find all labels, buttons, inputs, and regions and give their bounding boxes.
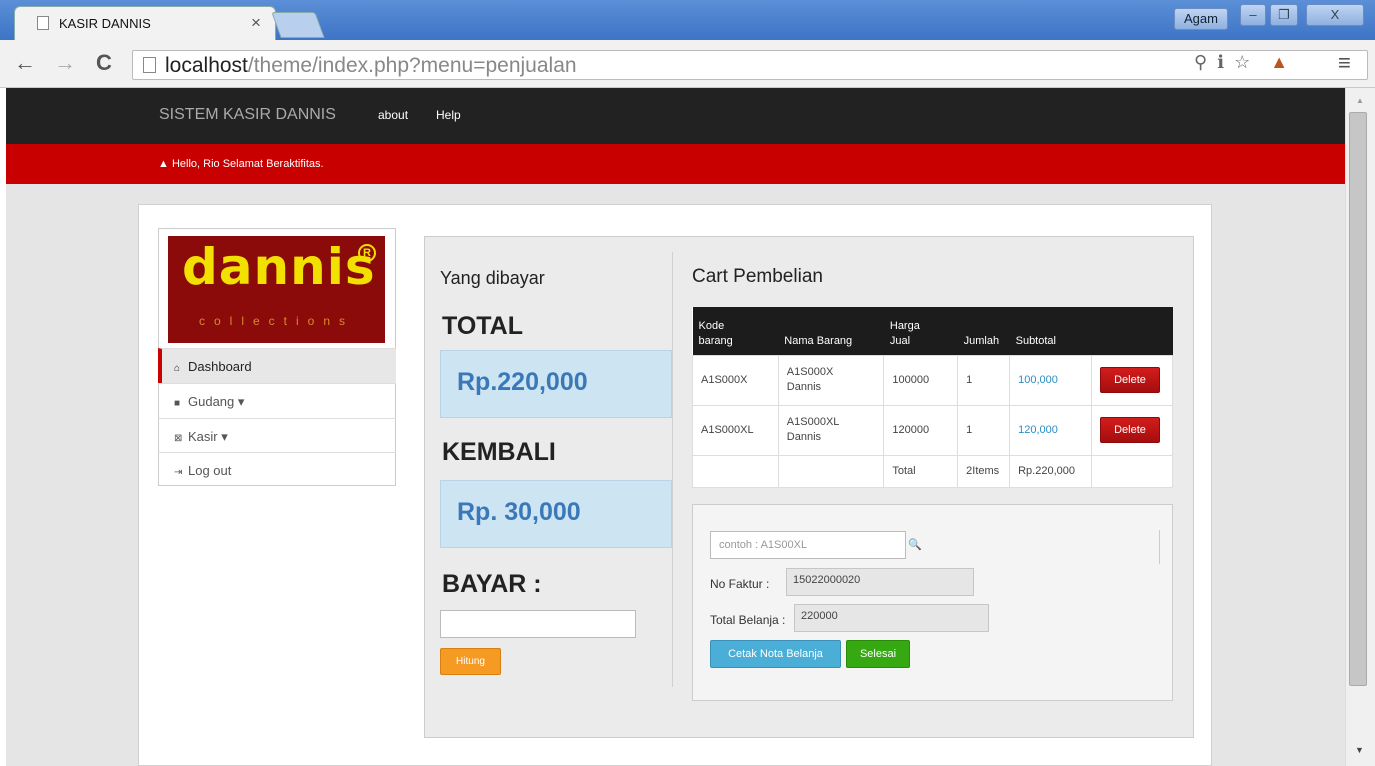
folder-icon: ■ (174, 398, 181, 409)
logout-icon: ⇥ (174, 467, 183, 478)
cell-action: Delete (1091, 404, 1173, 456)
form-divider (1159, 530, 1160, 564)
greeting-text: Hello, Rio Selamat Beraktifitas. (171, 158, 324, 170)
reload-icon[interactable]: C (96, 50, 112, 76)
minimize-button[interactable]: – (1240, 4, 1266, 26)
table-row: A1S000XL A1S000XL Dannis 120000 1 120,00… (692, 404, 1173, 456)
table-row: A1S000X A1S000X Dannis 100000 1 100,000 … (692, 354, 1173, 406)
extension-icon[interactable]: ▲ (1270, 52, 1288, 72)
browser-tab[interactable]: KASIR DANNIS × (14, 6, 276, 40)
scroll-down-icon[interactable]: ▼ (1355, 745, 1364, 755)
cart-title: Cart Pembelian (692, 266, 823, 287)
logo-tagline: collections (198, 314, 355, 328)
cell-subtotal[interactable]: 100,000 (1009, 354, 1093, 406)
faktur-field[interactable]: 15022000020 (786, 568, 974, 596)
sidebar-item-label: Dashboard (188, 359, 252, 374)
kembali-label: KEMBALI (442, 438, 556, 466)
scroll-up-icon[interactable]: ▲ (1356, 96, 1364, 105)
col-header-jumlah: Jumlah (957, 307, 1010, 355)
col-header-action (1091, 307, 1173, 355)
sidebar-item-label: Kasir ▾ (188, 429, 228, 444)
sidebar-item-label: Gudang ▾ (188, 394, 245, 409)
sidebar-item-kasir[interactable]: ⊠ Kasir ▾ (158, 418, 396, 453)
total-label: TOTAL (442, 312, 524, 340)
url-host: localhost (165, 54, 248, 77)
payment-title: Yang dibayar (440, 268, 545, 288)
hitung-button[interactable]: Hitung (440, 648, 501, 675)
kode-barang-input[interactable]: contoh : A1S00XL (710, 531, 906, 559)
close-window-button[interactable]: X (1306, 4, 1364, 26)
cell-harga: 120000 (883, 404, 959, 456)
selesai-button[interactable]: Selesai (846, 640, 910, 668)
nav-link-about[interactable]: about (378, 108, 408, 122)
table-total-row: Total 2Items Rp.220,000 (692, 454, 1173, 488)
total-box: Rp.220,000 (440, 350, 672, 418)
address-bar[interactable]: localhost/theme/index.php?menu=penjualan (132, 50, 1368, 80)
col-header-harga: Harga Jual (883, 307, 958, 355)
forward-icon[interactable]: → (54, 50, 76, 76)
sidebar-item-label: Log out (188, 463, 232, 478)
cell-empty (777, 454, 885, 488)
belanja-label: Total Belanja : (710, 613, 786, 627)
cart-icon: ⊠ (174, 433, 183, 444)
cell-jumlah: 1 (957, 354, 1011, 406)
bayar-input[interactable] (440, 610, 636, 638)
user-icon: ▲ (158, 158, 169, 170)
star-icon[interactable]: ☆ (1234, 52, 1250, 72)
col-header-kode: Kode barang (692, 307, 779, 355)
cell-empty (1091, 454, 1173, 488)
col-header-nama: Nama Barang (778, 307, 884, 355)
new-tab-button[interactable] (271, 12, 325, 38)
cetak-nota-button[interactable]: Cetak Nota Belanja (710, 640, 841, 668)
belanja-field[interactable]: 220000 (794, 604, 989, 632)
nav-link-help[interactable]: Help (436, 108, 461, 122)
delete-button[interactable]: Delete (1100, 417, 1161, 443)
dannis-logo: dannis R collections (168, 236, 385, 343)
tab-title: KASIR DANNIS (59, 16, 151, 31)
cell-action: Delete (1091, 354, 1173, 406)
greeting: ▲ Hello, Rio Selamat Beraktifitas. (158, 158, 324, 170)
menu-icon[interactable]: ≡ (1338, 50, 1351, 76)
cell-empty (692, 454, 779, 488)
zoom-icon[interactable]: ⚲ (1194, 52, 1207, 72)
bayar-label: BAYAR : (442, 570, 542, 598)
url-path: /theme/index.php?menu=penjualan (247, 54, 577, 77)
tab-close-icon[interactable]: × (251, 13, 261, 33)
profile-button[interactable]: Agam (1174, 8, 1228, 30)
cell-total-label: Total (883, 454, 959, 488)
sidebar-item-dashboard[interactable]: ⌂ Dashboard (158, 348, 396, 383)
panel-divider (672, 252, 673, 687)
sidebar-item-gudang[interactable]: ■ Gudang ▾ (158, 383, 396, 418)
kembali-value: Rp. 30,000 (457, 498, 581, 526)
cell-subtotal[interactable]: 120,000 (1009, 404, 1093, 456)
cell-harga: 100000 (883, 354, 959, 406)
restore-button[interactable]: ❐ (1270, 4, 1298, 26)
delete-button[interactable]: Delete (1100, 367, 1161, 393)
translate-icon[interactable]: ℹ (1217, 52, 1224, 72)
kembali-box: Rp. 30,000 (440, 480, 672, 548)
logo-word: dannis (182, 238, 376, 296)
cell-total-items: 2Items (957, 454, 1011, 488)
page-icon (37, 16, 49, 30)
omnibox-icons: ⚲ ℹ ☆ ▲ (1194, 52, 1288, 73)
back-icon[interactable]: ← (14, 50, 36, 76)
sidebar-item-logout[interactable]: ⇥ Log out (158, 452, 396, 487)
cell-nama: A1S000X Dannis (777, 354, 885, 406)
cell-kode: A1S000XL (692, 404, 779, 456)
home-icon: ⌂ (174, 363, 181, 374)
cell-nama: A1S000XL Dannis (777, 404, 885, 456)
scrollbar-thumb[interactable] (1349, 112, 1367, 686)
total-value: Rp.220,000 (457, 368, 588, 396)
faktur-label: No Faktur : (710, 577, 770, 591)
col-header-subtotal: Subtotal (1009, 307, 1092, 355)
registered-mark: R (358, 244, 376, 262)
brand[interactable]: SISTEM KASIR DANNIS (159, 106, 336, 124)
cart-table: Kode barang Nama Barang Harga Jual Jumla… (692, 307, 1173, 488)
table-header-row: Kode barang Nama Barang Harga Jual Jumla… (692, 307, 1173, 355)
search-icon[interactable]: 🔍 (908, 538, 922, 551)
cell-jumlah: 1 (957, 404, 1011, 456)
cell-kode: A1S000X (692, 354, 779, 406)
page-icon (143, 57, 156, 73)
cell-total-amount: Rp.220,000 (1009, 454, 1093, 488)
